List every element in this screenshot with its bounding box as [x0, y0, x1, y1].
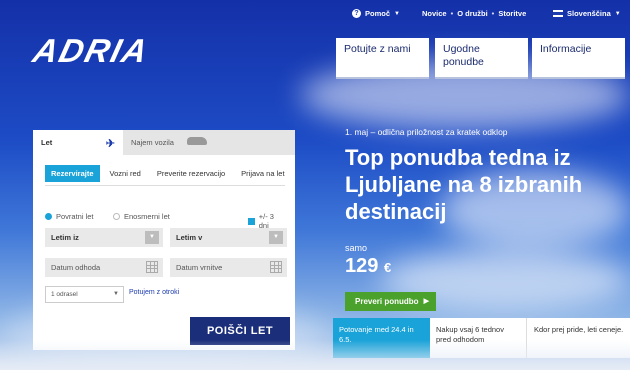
subnav-manage-booking[interactable]: Preverite rezervacijo — [151, 165, 231, 182]
dropdown-icon: ▼ — [269, 231, 283, 244]
chevron-down-icon: ▼ — [113, 291, 119, 297]
chevron-down-icon: ▼ — [394, 10, 400, 17]
calendar-icon[interactable] — [146, 261, 158, 273]
radio-return[interactable]: Povratni let — [45, 212, 94, 221]
promo-date: 1. maj – odlična priložnost za kratek od… — [345, 127, 508, 137]
tab-car-rental[interactable]: Najem vozila — [123, 130, 215, 155]
subnav-check-in[interactable]: Prijava na let — [235, 165, 290, 182]
promo-price: 129 € — [345, 255, 391, 278]
calendar-icon[interactable] — [270, 261, 282, 273]
radio-return-label: Povratni let — [56, 212, 94, 221]
chevron-down-icon: ▼ — [614, 10, 621, 17]
check-offer-label: Preveri ponudbo — [355, 297, 419, 306]
top-links: Novice • O družbi • Storitve — [418, 9, 530, 18]
promo-from-label: samo — [345, 243, 368, 253]
top-link-news[interactable]: Novice — [418, 9, 451, 18]
check-offer-button[interactable]: Preveri ponudbo ▶ — [345, 292, 436, 311]
arrow-right-icon: ▶ — [423, 298, 429, 305]
help-icon: ? — [352, 9, 361, 18]
origin-value: Letim iz — [51, 233, 79, 242]
help-label: Pomoč — [365, 9, 391, 18]
checkbox-checked-icon — [248, 217, 255, 225]
passengers-value: 1 odrasel — [51, 291, 78, 298]
promo-title: Top ponudba tedna iz Ljubljane na 8 izbr… — [345, 145, 583, 224]
depart-date-field[interactable]: Datum odhoda — [45, 258, 163, 277]
car-icon — [187, 137, 207, 145]
booking-panel: Let ✈ Najem vozila Rezervirajte Vozni re… — [33, 130, 295, 350]
price-value: 129 — [345, 255, 379, 277]
dropdown-icon: ▼ — [145, 231, 159, 244]
return-date-placeholder: Datum vrnitve — [176, 263, 223, 272]
adria-logo[interactable]: ADRIA — [29, 32, 154, 70]
subnav-timetable[interactable]: Vozni red — [104, 165, 147, 182]
subnav-book[interactable]: Rezervirajte — [45, 165, 100, 182]
menu-information[interactable]: Informacije — [532, 38, 625, 79]
help-menu[interactable]: ? Pomoč ▼ — [352, 9, 400, 18]
separator: • — [450, 9, 454, 18]
tabs-filler — [215, 130, 295, 155]
plane-icon: ✈ — [105, 138, 115, 150]
top-link-services[interactable]: Storitve — [494, 9, 530, 18]
destination-select[interactable]: Letim v ▼ — [170, 228, 287, 247]
flag-icon — [553, 10, 563, 17]
price-currency: € — [383, 260, 392, 275]
booking-subnav: Rezervirajte Vozni red Preverite rezerva… — [45, 165, 295, 182]
origin-select[interactable]: Letim iz ▼ — [45, 228, 163, 247]
destination-value: Letim v — [176, 233, 203, 242]
divider — [45, 185, 285, 186]
menu-special-offers[interactable]: Ugodne ponudbe — [435, 38, 528, 79]
tab-car-label: Najem vozila — [131, 138, 174, 147]
radio-oneway[interactable]: Enosmerni let — [113, 212, 170, 221]
radio-unchecked-icon — [113, 213, 120, 220]
tab-flight-label: Let — [41, 138, 53, 147]
background-fog — [0, 340, 630, 370]
menu-travel-with-us[interactable]: Potujte z nami — [336, 38, 429, 79]
top-utility-bar: ? Pomoč ▼ Novice • O družbi • Storitve S… — [0, 9, 630, 23]
top-link-about[interactable]: O družbi — [453, 9, 491, 18]
radio-checked-icon — [45, 213, 52, 220]
tab-flight[interactable]: Let ✈ — [33, 130, 123, 155]
travel-with-kids-link[interactable]: Potujem z otroki — [129, 289, 179, 296]
language-label: Slovenščina — [567, 9, 611, 18]
radio-oneway-label: Enosmerni let — [124, 212, 170, 221]
booking-tabs: Let ✈ Najem vozila — [33, 130, 295, 155]
language-selector[interactable]: Slovenščina ▼ — [553, 9, 621, 18]
depart-date-placeholder: Datum odhoda — [51, 263, 101, 272]
separator: • — [491, 9, 495, 18]
passengers-select[interactable]: 1 odrasel ▼ — [45, 286, 124, 303]
return-date-field[interactable]: Datum vrnitve — [170, 258, 287, 277]
